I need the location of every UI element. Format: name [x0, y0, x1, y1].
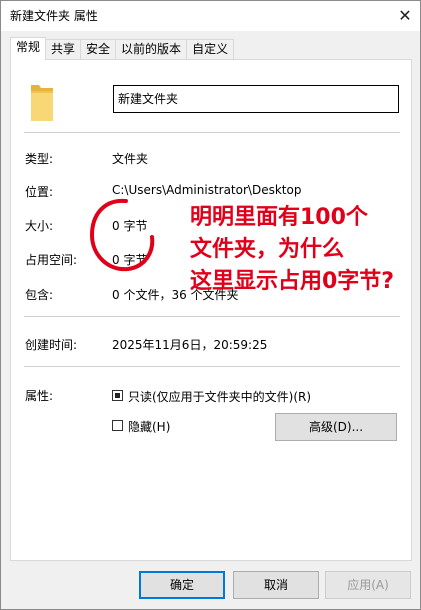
annotation-line-3: 这里显示占用0字节? [190, 269, 395, 294]
readonly-label: 只读(仅应用于文件夹中的文件)(R) [128, 390, 312, 404]
tab-customize[interactable]: 自定义 [186, 39, 235, 60]
location-label: 位置: [25, 185, 54, 199]
folder-name-input[interactable]: 新建文件夹 [113, 85, 399, 113]
title-bar: 新建文件夹 属性 ✕ [1, 1, 420, 31]
divider [24, 366, 400, 367]
location-value: C:\Users\Administrator\Desktop [112, 183, 302, 197]
ok-button[interactable]: 确定 [139, 571, 225, 599]
tab-strip: 常规 共享 安全 以前的版本 自定义 [10, 37, 235, 60]
tab-general[interactable]: 常规 [10, 37, 47, 60]
general-panel: 新建文件夹 类型: 文件夹 位置: C:\Users\Administrator… [10, 59, 412, 561]
size-on-disk-label: 占用空间: [25, 253, 78, 267]
apply-button[interactable]: 应用(A) [325, 571, 411, 599]
advanced-button[interactable]: 高级(D)... [275, 413, 397, 441]
window-title: 新建文件夹 属性 [10, 9, 98, 23]
close-icon[interactable]: ✕ [390, 1, 420, 29]
cancel-button[interactable]: 取消 [233, 571, 319, 599]
tab-security[interactable]: 安全 [80, 39, 117, 60]
attributes-label: 属性: [25, 389, 54, 403]
hidden-label: 隐藏(H) [128, 420, 171, 434]
red-circle-annotation [89, 198, 155, 272]
created-value: 2025年11月6日，20:59:25 [112, 338, 268, 352]
size-label: 大小: [25, 219, 54, 233]
readonly-checkbox[interactable] [112, 390, 123, 401]
annotation-line-2: 文件夹，为什么 [190, 237, 345, 262]
divider [24, 316, 400, 317]
hidden-checkbox[interactable] [112, 420, 123, 431]
properties-window: 新建文件夹 属性 ✕ 常规 共享 安全 以前的版本 自定义 新建文件夹 类型: … [0, 0, 421, 610]
divider [24, 132, 400, 133]
created-label: 创建时间: [25, 338, 78, 352]
tab-sharing[interactable]: 共享 [45, 39, 82, 60]
annotation-line-1: 明明里面有100个 [190, 205, 368, 230]
folder-icon [31, 85, 53, 121]
tab-previous-versions[interactable]: 以前的版本 [115, 39, 188, 60]
contains-label: 包含: [25, 288, 54, 302]
type-value: 文件夹 [112, 152, 149, 166]
type-label: 类型: [25, 152, 54, 166]
